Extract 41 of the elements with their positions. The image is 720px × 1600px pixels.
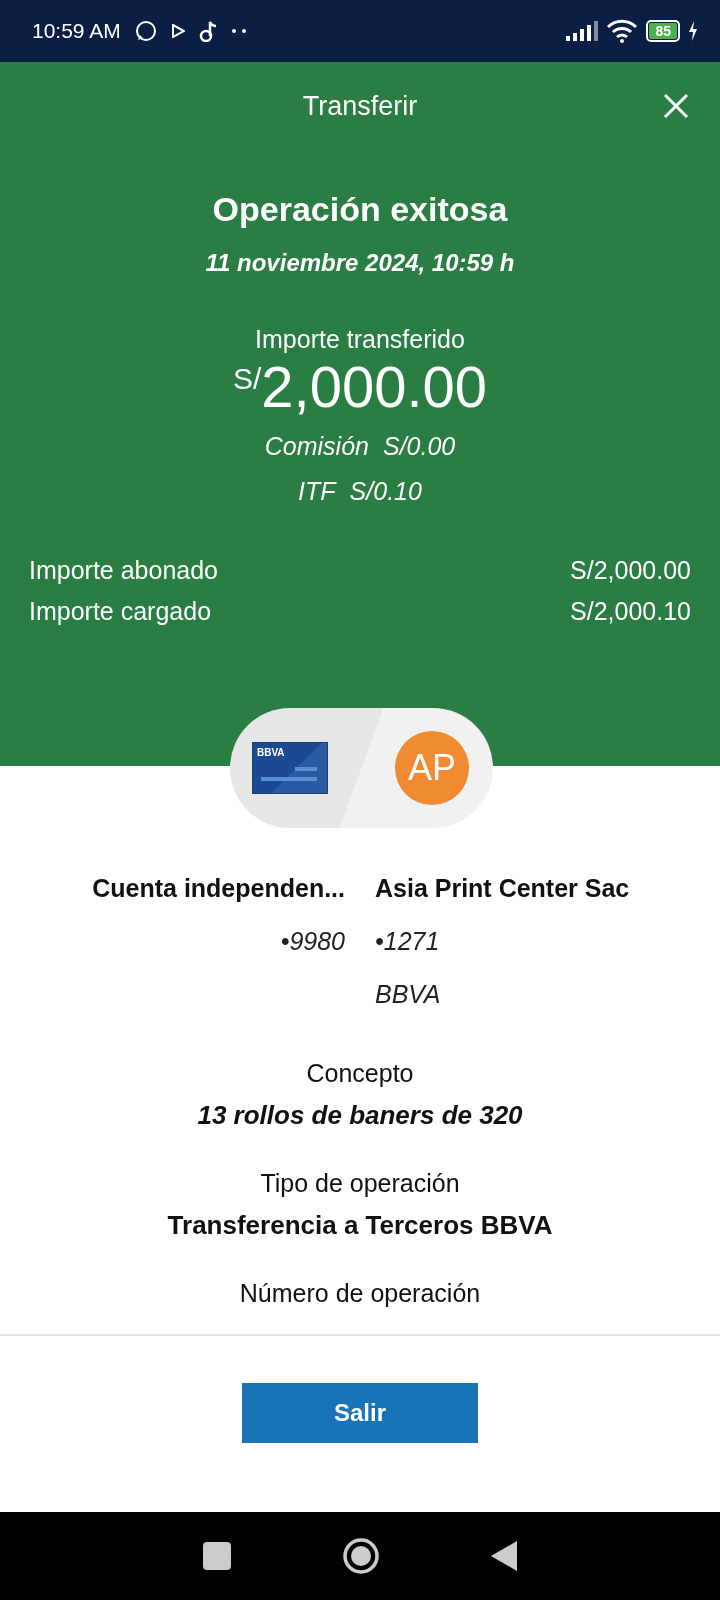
transferred-amount: 2,000.00 xyxy=(261,356,488,418)
battery-icon: 85 xyxy=(646,20,680,42)
currency-symbol: S/ xyxy=(232,362,262,395)
signal-icon xyxy=(566,21,599,41)
detail-label: Número de operación xyxy=(239,1279,481,1308)
screen-title: Transferir xyxy=(302,90,418,122)
fee-label: ITF xyxy=(298,477,336,506)
more-icon xyxy=(230,28,247,34)
home-button[interactable] xyxy=(342,1537,380,1575)
origin-account-number: •9980 xyxy=(280,927,345,956)
detail-value: Transferencia a Terceros BBVA xyxy=(167,1210,553,1241)
total-value: S/2,000.00 xyxy=(570,556,691,585)
origin-account-name: Cuenta independen... xyxy=(92,874,345,903)
status-time: 10:59 AM xyxy=(32,19,121,43)
beneficiary-bank: BBVA xyxy=(375,980,441,1009)
fee-value: S/0.10 xyxy=(349,477,422,506)
result-title: Operación exitosa xyxy=(212,190,508,229)
fee-label: Comisión xyxy=(264,432,369,461)
detail-label: Tipo de operación xyxy=(260,1169,460,1198)
charging-icon xyxy=(688,21,698,41)
detail-value: 13 rollos de baners de 320 xyxy=(197,1100,523,1131)
recents-button[interactable] xyxy=(202,1541,232,1571)
total-label: Importe abonado xyxy=(29,556,219,585)
back-button[interactable] xyxy=(490,1540,518,1572)
fee-value: S/0.00 xyxy=(382,432,456,461)
card-stripes-icon xyxy=(261,767,317,783)
avatar: AP xyxy=(395,731,469,805)
chat-icon xyxy=(134,20,157,42)
beneficiary-name: Asia Print Center Sac xyxy=(375,874,630,903)
operation-date: 11 noviembre 2024, 10:59 h xyxy=(205,249,515,277)
amount-label: Importe transferido xyxy=(255,325,465,354)
music-note-icon xyxy=(198,20,217,42)
close-button[interactable] xyxy=(662,92,690,120)
detail-label: Concepto xyxy=(306,1059,414,1088)
card-logo: BBVA xyxy=(257,747,285,758)
wifi-icon xyxy=(606,19,639,43)
play-icon xyxy=(170,24,185,38)
total-label: Importe cargado xyxy=(29,597,212,626)
beneficiary-account-number: •1271 xyxy=(375,927,440,956)
exit-button[interactable]: Salir xyxy=(242,1383,478,1443)
total-value: S/2,000.10 xyxy=(570,597,691,626)
